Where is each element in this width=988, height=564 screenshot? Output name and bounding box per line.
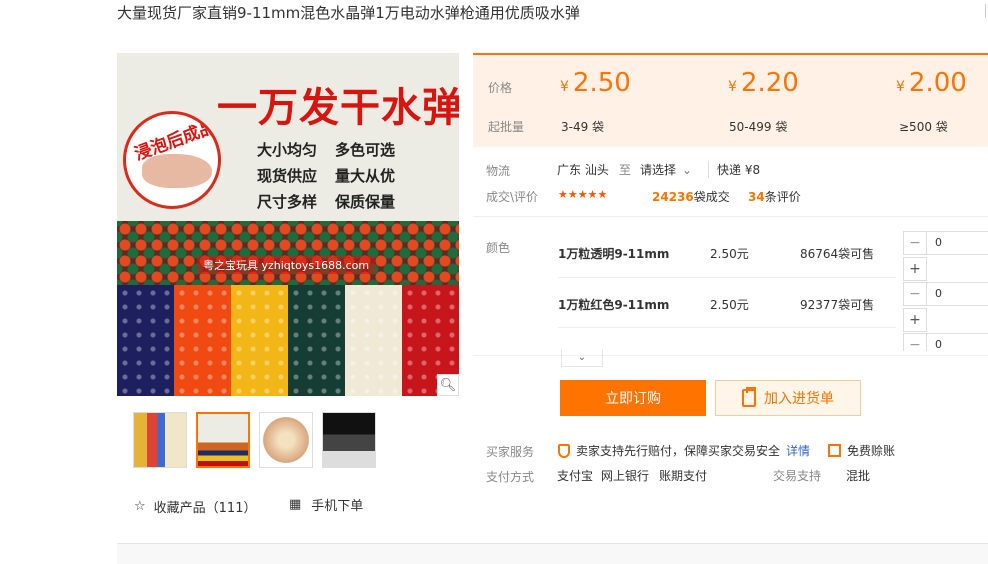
rating-stars: ★★★★★	[558, 188, 608, 201]
payment-method: 账期支付	[659, 469, 708, 483]
product-title: 大量现货厂家直销9-11mm混色水晶弹1万电动水弹枪通用优质吸水弹	[117, 4, 580, 22]
variant-divider	[558, 277, 896, 278]
chevron-down-icon[interactable]: ⌄	[561, 349, 603, 367]
star-outline-icon: ☆	[134, 499, 146, 514]
quantity-input[interactable]: 0	[927, 333, 988, 351]
main-product-image[interactable]: 一万发干水弹 浸泡后成品 大小均匀 多色可选 现货供应 量大从优 尺寸多样 保质保量 …	[117, 53, 459, 396]
swatch-green	[288, 285, 345, 396]
payment-method: 支付宝	[557, 469, 594, 483]
plus-button[interactable]: +	[903, 257, 927, 281]
color-swatches	[117, 285, 459, 396]
payment-label: 支付方式	[486, 470, 535, 484]
sample-bar	[117, 543, 988, 564]
thumbnail-1[interactable]	[133, 412, 187, 468]
price-panel: 价格 起批量 ¥2.50 ¥2.20 ¥2.00 3-49 袋 50-499 袋…	[473, 53, 988, 147]
price-tier-1: ¥2.50	[560, 68, 631, 98]
image-headline: 一万发干水弹	[217, 84, 459, 131]
services-label: 买家服务	[486, 445, 535, 459]
quantity-input[interactable]: 0	[927, 231, 988, 255]
shield-icon	[558, 443, 570, 458]
price-label: 价格	[488, 81, 513, 95]
variant-divider	[558, 327, 896, 328]
thumbnail-3[interactable]	[259, 412, 313, 468]
section-divider	[473, 216, 988, 217]
price-tier-2: ¥2.20	[728, 68, 799, 98]
payment-method: 网上银行	[601, 469, 650, 483]
destination-select[interactable]: 请选择 ⌄	[640, 161, 692, 178]
variant-stock: 92377袋可售	[800, 298, 875, 312]
qr-code-icon: ▦	[289, 497, 302, 512]
details-link[interactable]: 详情	[786, 442, 810, 459]
free-credit-text: 免费赊账	[847, 444, 896, 458]
plus-button[interactable]: +	[903, 308, 927, 332]
variant-name: 1万粒红色9-11mm	[558, 298, 670, 312]
thumbnail-4[interactable]	[322, 412, 376, 468]
image-features: 大小均匀 多色可选 现货供应 量大从优 尺寸多样 保质保量	[257, 139, 447, 217]
chevron-down-icon: ⌄	[682, 163, 693, 177]
minus-button[interactable]: −	[903, 282, 927, 306]
swatch-yellow	[231, 285, 288, 396]
price-tier-3: ¥2.00	[896, 68, 967, 98]
credit-icon	[828, 444, 841, 457]
clipboard-icon	[742, 387, 756, 407]
quantity-stepper: − 0 +	[903, 282, 988, 332]
variant-price: 2.50元	[710, 298, 749, 312]
mixed-beads-band	[117, 221, 459, 285]
color-label: 颜色	[486, 241, 511, 255]
minus-button[interactable]: −	[903, 231, 927, 255]
swatch-orange	[174, 285, 231, 396]
quantity-stepper: − 0	[903, 333, 988, 351]
variant-price: 2.50元	[710, 247, 749, 261]
feature-text: 尺寸多样	[257, 193, 318, 211]
mobile-order-button[interactable]: ▦ 手机下单	[289, 495, 363, 514]
feature-text: 多色可选	[335, 141, 396, 159]
mobile-order-label: 手机下单	[311, 499, 364, 514]
review-count[interactable]: 34条评价	[748, 188, 801, 205]
min-qty-label: 起批量	[488, 120, 525, 134]
to-text: 至	[619, 163, 632, 177]
swatch-clear	[345, 285, 402, 396]
deal-count[interactable]: 24236袋成交	[652, 188, 730, 205]
zoom-icon[interactable]: 🔍︎	[437, 374, 459, 396]
variant-name: 1万粒透明9-11mm	[558, 247, 670, 261]
order-now-button[interactable]: 立即订购	[560, 380, 706, 416]
minus-button[interactable]: −	[903, 333, 927, 351]
guarantee-text: 卖家支持先行赔付，保障买家交易安全	[576, 444, 781, 458]
swatch-navy	[117, 285, 174, 396]
guarantee-service: 卖家支持先行赔付，保障买家交易安全 详情	[558, 442, 810, 459]
trade-support-label: 交易支持	[773, 469, 822, 483]
section-divider	[473, 355, 988, 356]
hand-illustration	[142, 154, 212, 188]
favorite-label: 收藏产品（111）	[153, 501, 257, 516]
add-to-cart-button[interactable]: 加入进货单	[715, 380, 861, 416]
trade-support-value: 混批	[846, 469, 871, 483]
thumbnail-strip	[133, 412, 376, 468]
feature-text: 大小均匀	[257, 141, 318, 159]
image-badge: 浸泡后成品	[123, 111, 221, 209]
free-credit-service: 免费赊账	[828, 442, 895, 459]
image-watermark: 粤之宝玩具 yzhiqtoys1688.com	[197, 256, 376, 274]
feature-text: 现货供应	[257, 167, 318, 185]
express-fee: 快递 ¥8	[708, 161, 760, 178]
quantity-input[interactable]: 0	[927, 282, 988, 306]
favorite-button[interactable]: ☆ 收藏产品（111）	[134, 497, 256, 516]
qty-tier-3: ≥500 袋	[899, 120, 948, 134]
feature-text: 保质保量	[335, 193, 396, 211]
quantity-stepper: − 0 +	[903, 231, 988, 281]
qty-tier-2: 50-499 袋	[729, 120, 788, 134]
deals-label: 成交\评价	[486, 190, 539, 204]
origin-text: 广东 汕头	[557, 163, 609, 177]
variant-stock: 86764袋可售	[800, 247, 875, 261]
feature-text: 量大从优	[335, 167, 396, 185]
logistics-label: 物流	[486, 164, 511, 178]
thumbnail-2[interactable]	[196, 412, 250, 468]
add-to-cart-label: 加入进货单	[764, 391, 834, 407]
qty-tier-1: 3-49 袋	[561, 120, 605, 134]
